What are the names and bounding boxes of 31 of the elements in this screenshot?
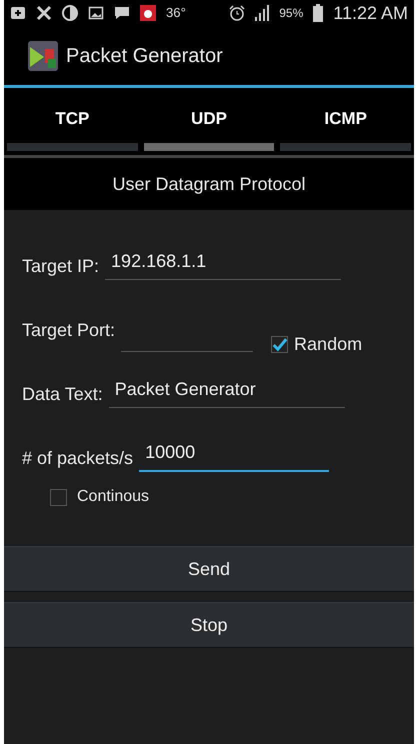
battery-icon: [313, 4, 324, 22]
field-label: # of packets/s: [22, 447, 134, 470]
input-field[interactable]: 10000: [139, 439, 330, 472]
checkmark-icon: [272, 336, 288, 352]
send-button[interactable]: Send: [4, 546, 414, 592]
input-field[interactable]: Packet Generator: [108, 376, 345, 408]
image-icon: [88, 5, 104, 21]
checkbox[interactable]: [50, 488, 67, 506]
battery-percent: 95%: [279, 5, 304, 22]
chat-icon: [114, 5, 130, 21]
checkbox[interactable]: [271, 336, 288, 353]
field-label: Data Text:: [22, 383, 103, 406]
checkbox-label: Random: [294, 333, 362, 356]
field-label: Target IP:: [22, 255, 100, 278]
app-notification-icon: [140, 5, 156, 21]
app-title: Packet Generator: [66, 44, 223, 68]
checkbox-label: Continous: [77, 487, 150, 507]
app-logo-icon: [28, 40, 58, 70]
tab[interactable]: UDP: [140, 88, 278, 155]
signal-icon: [255, 5, 270, 21]
field-label: Target Port:: [22, 319, 116, 342]
temperature-text: 36°: [166, 4, 186, 22]
section-title: User Datagram Protocol: [112, 172, 306, 196]
alarm-icon: [229, 5, 246, 21]
input-field[interactable]: 192.168.1.1: [105, 248, 342, 280]
stop-button[interactable]: Stop: [4, 602, 414, 648]
clock-time: 11:22 AM: [333, 2, 408, 24]
tab[interactable]: ICMP: [277, 88, 414, 155]
tab[interactable]: TCP: [4, 88, 141, 155]
add-icon: [10, 5, 26, 21]
contrast-icon: [62, 5, 78, 21]
